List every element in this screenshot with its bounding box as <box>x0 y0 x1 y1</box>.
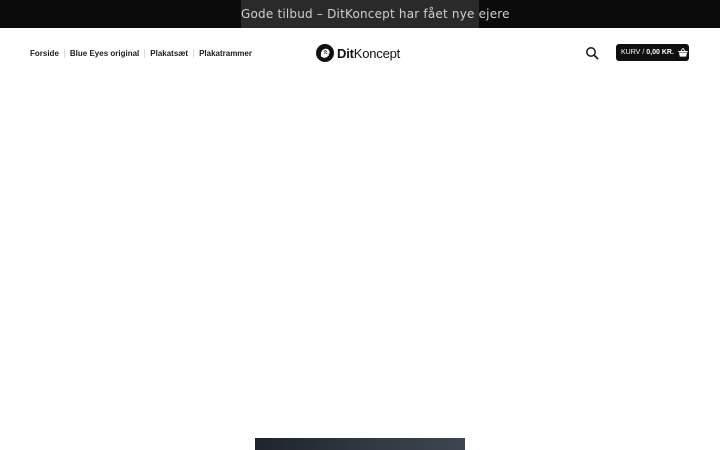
nav-item-blue-eyes-original[interactable]: Blue Eyes original <box>70 49 139 58</box>
logo-wordmark: DitKoncept <box>337 46 400 61</box>
hero-image <box>255 438 465 450</box>
cart-separator: / <box>642 49 645 56</box>
search-icon[interactable] <box>585 46 599 60</box>
nav-divider <box>144 48 146 58</box>
logo-text-bold: Dit <box>337 45 354 61</box>
brain-head-icon <box>316 44 334 62</box>
cart-button[interactable]: KURV / 0,00 KR. <box>616 44 689 61</box>
basket-icon <box>678 48 688 57</box>
logo-text-regular: Koncept <box>353 45 401 61</box>
cart-total: 0,00 KR. <box>646 49 674 56</box>
nav-divider <box>63 48 65 58</box>
nav-divider <box>193 48 195 58</box>
announcement-bar: Gode tilbud – DitKoncept har fået nye ej… <box>0 0 720 28</box>
site-logo[interactable]: DitKoncept <box>316 43 400 63</box>
nav-item-forside[interactable]: Forside <box>30 49 59 58</box>
nav-item-plakatsaet[interactable]: Plakatsæt <box>150 49 188 58</box>
announcement-text[interactable]: Gode tilbud – DitKoncept har fået nye ej… <box>241 0 510 28</box>
site-header: Forside Blue Eyes original Plakatsæt Pla… <box>0 28 720 78</box>
main-nav: Forside Blue Eyes original Plakatsæt Pla… <box>30 28 252 78</box>
nav-item-plakatrammer[interactable]: Plakatrammer <box>199 49 252 58</box>
cart-label: KURV <box>621 49 641 56</box>
